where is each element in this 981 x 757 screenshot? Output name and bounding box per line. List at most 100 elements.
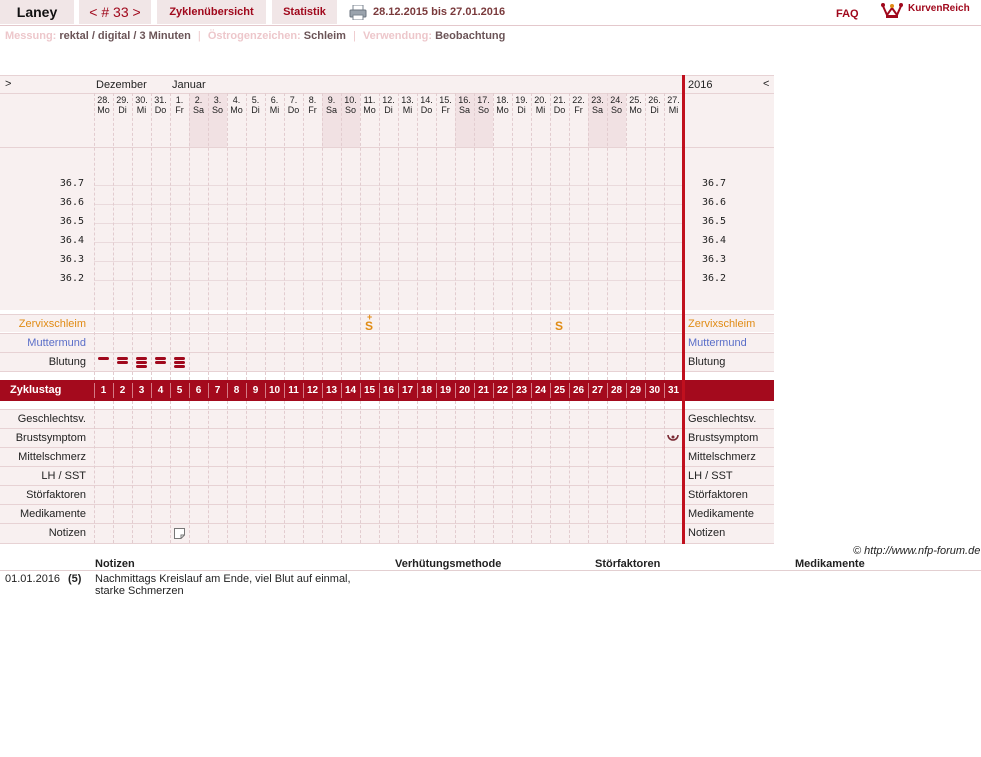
cycle-day-number[interactable]: 2 bbox=[113, 380, 132, 401]
cycle-day-number[interactable]: 5 bbox=[170, 380, 189, 401]
row-label-right: Geschlechtsv. bbox=[688, 413, 757, 425]
day-divider bbox=[531, 93, 532, 380]
day-header[interactable]: 28. Mo bbox=[94, 95, 113, 115]
cycle-day-number[interactable]: 31 bbox=[664, 380, 683, 401]
cycle-day-number[interactable]: 24 bbox=[531, 380, 550, 401]
cycle-day-number[interactable]: 15 bbox=[360, 380, 379, 401]
top-bar: Laney < # 33 > Zyklenübersicht Statistik… bbox=[0, 0, 981, 26]
cycle-day-number[interactable]: 14 bbox=[341, 380, 360, 401]
day-header[interactable]: 22. Fr bbox=[569, 95, 588, 115]
cycle-day-number[interactable]: 4 bbox=[151, 380, 170, 401]
print-icon[interactable] bbox=[349, 5, 367, 20]
cycle-day-number[interactable]: 7 bbox=[208, 380, 227, 401]
day-date: 19. bbox=[515, 95, 528, 105]
brand-name: KurvenReich bbox=[908, 3, 970, 14]
day-weekday: Di bbox=[650, 105, 659, 115]
cycle-day-number[interactable]: 1 bbox=[94, 380, 113, 401]
cycle-day-number[interactable]: 19 bbox=[436, 380, 455, 401]
day-divider bbox=[379, 93, 380, 380]
temp-label-right: 36.7 bbox=[702, 178, 727, 189]
cycle-day-number[interactable]: 27 bbox=[588, 380, 607, 401]
day-header[interactable]: 31. Do bbox=[151, 95, 170, 115]
cycle-day-number[interactable]: 20 bbox=[455, 380, 474, 401]
day-date: 13. bbox=[401, 95, 414, 105]
day-header[interactable]: 17. So bbox=[474, 95, 493, 115]
day-header[interactable]: 2. Sa bbox=[189, 95, 208, 115]
bleeding-mark bbox=[174, 361, 185, 364]
cycle-day-number[interactable]: 6 bbox=[189, 380, 208, 401]
day-date: 8. bbox=[308, 95, 317, 105]
day-header[interactable]: 9. Sa bbox=[322, 95, 341, 115]
cycle-day-number[interactable]: 11 bbox=[284, 380, 303, 401]
messung-label: Messung: bbox=[5, 30, 57, 42]
bleeding-mark bbox=[155, 361, 166, 364]
day-divider bbox=[664, 401, 665, 543]
day-divider bbox=[626, 401, 627, 543]
day-header[interactable]: 16. Sa bbox=[455, 95, 474, 115]
day-divider bbox=[132, 401, 133, 543]
cycle-day-number[interactable]: 29 bbox=[626, 380, 645, 401]
cycle-day-number[interactable]: 21 bbox=[474, 380, 493, 401]
day-header[interactable]: 14. Do bbox=[417, 95, 436, 115]
day-header[interactable]: 3. So bbox=[208, 95, 227, 115]
grid-line bbox=[0, 409, 774, 410]
day-header[interactable]: 21. Do bbox=[550, 95, 569, 115]
day-header[interactable]: 1. Fr bbox=[170, 95, 189, 115]
day-header[interactable]: 24. So bbox=[607, 95, 626, 115]
cycle-navigator: < # 33 > bbox=[79, 0, 151, 24]
day-header[interactable]: 4. Mo bbox=[227, 95, 246, 115]
cycle-day-number[interactable]: 17 bbox=[398, 380, 417, 401]
day-date: 27. bbox=[667, 95, 680, 105]
row-label: Notizen bbox=[48, 527, 86, 539]
note-icon[interactable] bbox=[174, 528, 185, 539]
day-divider bbox=[94, 401, 95, 543]
day-header[interactable]: 11. Mo bbox=[360, 95, 379, 115]
cycle-day-number[interactable]: 10 bbox=[265, 380, 284, 401]
day-header[interactable]: 26. Di bbox=[645, 95, 664, 115]
day-date: 4. bbox=[232, 95, 241, 105]
day-header[interactable]: 27. Mi bbox=[664, 95, 683, 115]
day-header[interactable]: 18. Mo bbox=[493, 95, 512, 115]
day-header[interactable]: 23. Sa bbox=[588, 95, 607, 115]
chart-prev-button[interactable]: > bbox=[5, 78, 11, 90]
day-header[interactable]: 19. Di bbox=[512, 95, 531, 115]
cycle-day-number[interactable]: 13 bbox=[322, 380, 341, 401]
day-header[interactable]: 13. Mi bbox=[398, 95, 417, 115]
cycle-day-number[interactable]: 26 bbox=[569, 380, 588, 401]
day-header[interactable]: 8. Fr bbox=[303, 95, 322, 115]
day-weekday: So bbox=[477, 105, 489, 115]
day-header[interactable]: 10. So bbox=[341, 95, 360, 115]
cycle-day-number[interactable]: 16 bbox=[379, 380, 398, 401]
day-header[interactable]: 12. Di bbox=[379, 95, 398, 115]
day-weekday: So bbox=[344, 105, 356, 115]
day-header[interactable]: 15. Fr bbox=[436, 95, 455, 115]
day-header[interactable]: 20. Mi bbox=[531, 95, 550, 115]
grid-line bbox=[0, 352, 774, 353]
next-cycle-button[interactable]: > bbox=[133, 4, 141, 20]
day-divider bbox=[455, 93, 456, 380]
cycle-day-number[interactable]: 18 bbox=[417, 380, 436, 401]
day-header[interactable]: 7. Do bbox=[284, 95, 303, 115]
chart-next-button[interactable]: < bbox=[763, 78, 769, 90]
cycle-day-number[interactable]: 8 bbox=[227, 380, 246, 401]
prev-cycle-button[interactable]: < bbox=[89, 4, 97, 20]
day-header[interactable]: 30. Mi bbox=[132, 95, 151, 115]
cycle-day-number[interactable]: 9 bbox=[246, 380, 265, 401]
cycle-day-number[interactable]: 25 bbox=[550, 380, 569, 401]
tab-cycle-overview[interactable]: Zyklenübersicht bbox=[157, 0, 266, 24]
cycle-day-number[interactable]: 30 bbox=[645, 380, 664, 401]
cycle-day-number[interactable]: 22 bbox=[493, 380, 512, 401]
day-divider bbox=[569, 401, 570, 543]
day-header[interactable]: 5. Di bbox=[246, 95, 265, 115]
cycle-day-number[interactable]: 3 bbox=[132, 380, 151, 401]
day-header[interactable]: 6. Mi bbox=[265, 95, 284, 115]
faq-link[interactable]: FAQ bbox=[836, 2, 859, 26]
cycle-day-number[interactable]: 12 bbox=[303, 380, 322, 401]
cycle-day-number[interactable]: 28 bbox=[607, 380, 626, 401]
day-divider bbox=[227, 401, 228, 543]
row-label: Muttermund bbox=[27, 337, 86, 349]
day-header[interactable]: 25. Mo bbox=[626, 95, 645, 115]
day-header[interactable]: 29. Di bbox=[113, 95, 132, 115]
tab-statistics[interactable]: Statistik bbox=[272, 0, 337, 24]
cycle-day-number[interactable]: 23 bbox=[512, 380, 531, 401]
